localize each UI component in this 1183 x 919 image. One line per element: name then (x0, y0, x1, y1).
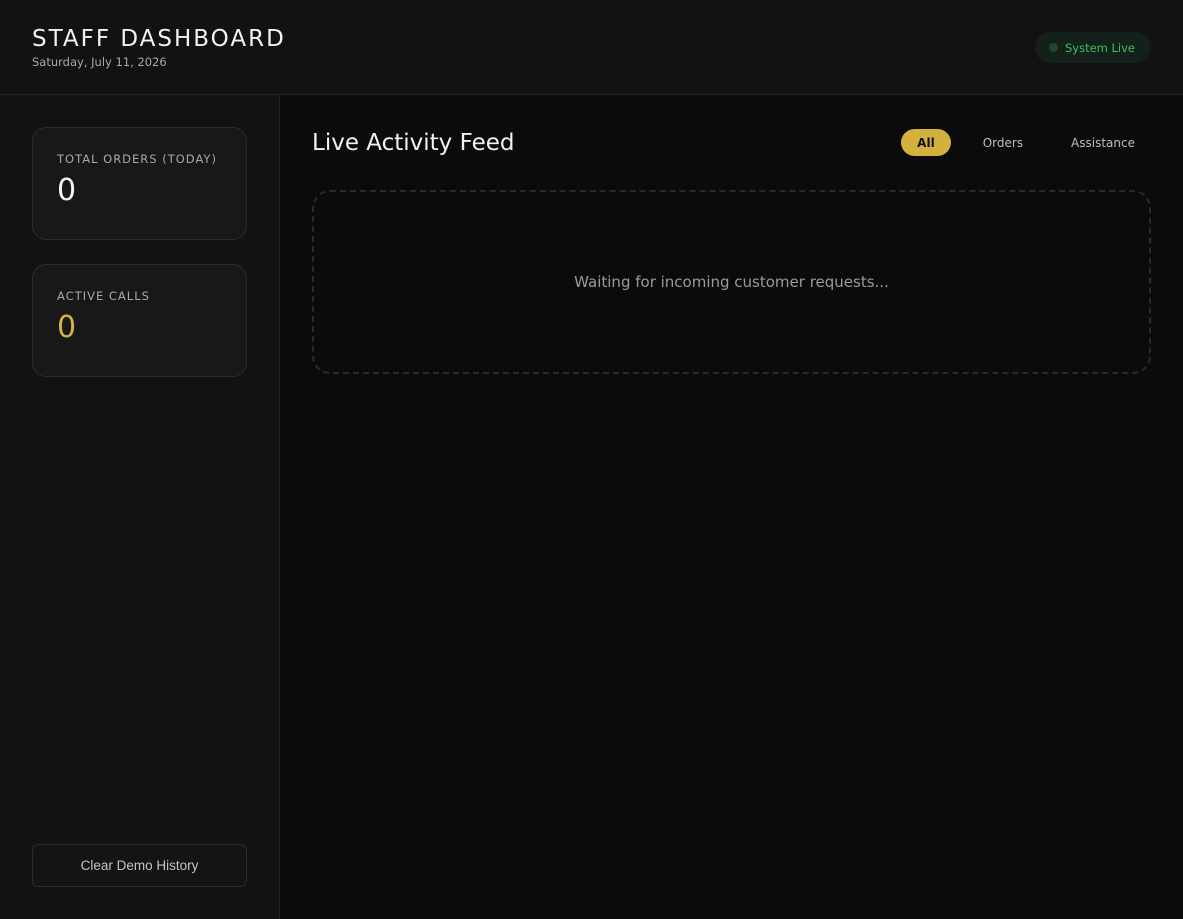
system-status-badge: System Live (1034, 32, 1151, 63)
stat-value-total-orders: 0 (57, 173, 77, 208)
stat-label-total-orders: TOTAL ORDERS (TODAY) (57, 152, 217, 166)
filter-tab-assistance[interactable]: Assistance (1055, 129, 1151, 156)
staff-dashboard-app: STAFF DASHBOARD Saturday, July 11, 2026 … (0, 0, 1183, 919)
feed-title: Live Activity Feed (312, 129, 515, 156)
filter-tab-all[interactable]: All (901, 129, 951, 156)
feed-empty-state: Waiting for incoming customer requests..… (312, 190, 1151, 374)
feed-header: Live Activity Feed All Orders Assistance (312, 127, 1151, 158)
stat-card-active-calls: ACTIVE CALLS 0 (32, 264, 247, 377)
dashboard-body: TOTAL ORDERS (TODAY) 0 ACTIVE CALLS 0 Cl… (0, 95, 1183, 919)
system-status-label: System Live (1064, 40, 1135, 55)
status-dot-icon (1048, 43, 1058, 52)
activity-feed-panel: Live Activity Feed All Orders Assistance… (280, 95, 1183, 919)
feed-empty-message: Waiting for incoming customer requests..… (574, 273, 889, 291)
clear-demo-history-button[interactable]: Clear Demo History (32, 844, 247, 887)
top-header: STAFF DASHBOARD Saturday, July 11, 2026 … (0, 0, 1183, 95)
stat-card-total-orders: TOTAL ORDERS (TODAY) 0 (32, 127, 247, 240)
current-date: Saturday, July 11, 2026 (32, 55, 167, 69)
page-title: STAFF DASHBOARD (32, 26, 286, 52)
stat-value-active-calls: 0 (57, 310, 77, 345)
feed-filter-tabs: All Orders Assistance (901, 129, 1151, 156)
filter-tab-orders[interactable]: Orders (967, 129, 1039, 156)
stats-sidebar: TOTAL ORDERS (TODAY) 0 ACTIVE CALLS 0 Cl… (0, 95, 280, 919)
stat-label-active-calls: ACTIVE CALLS (57, 289, 150, 303)
